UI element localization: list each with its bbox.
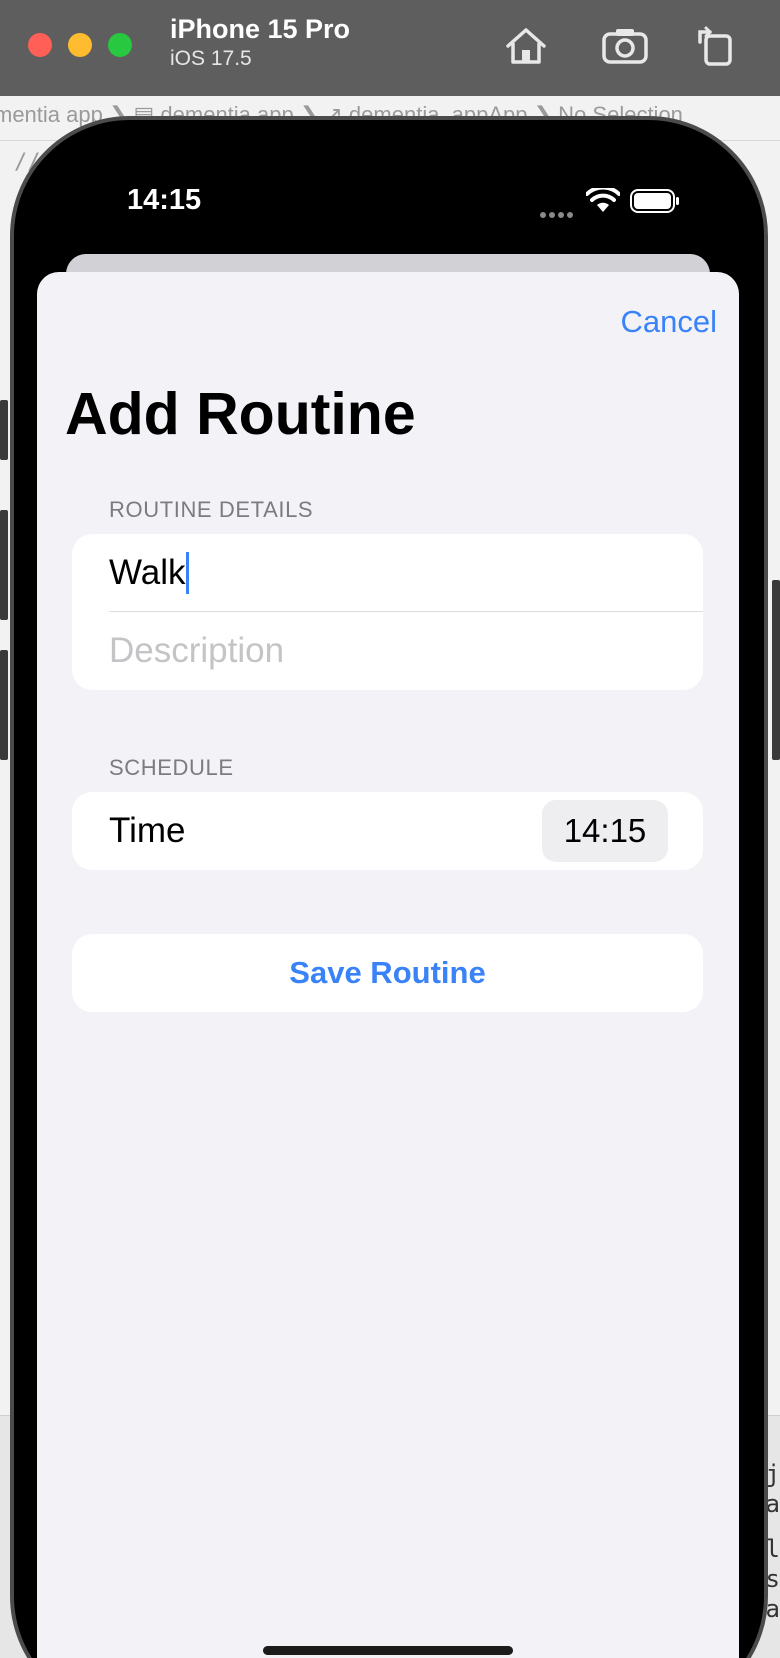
- schedule-header: SCHEDULE: [109, 755, 234, 780]
- signal-dots-icon: [540, 205, 576, 218]
- simulator-titlebar: iPhone 15 Pro iOS 17.5: [0, 0, 780, 96]
- schedule-group: Time 14:15: [72, 792, 703, 870]
- routine-name-field[interactable]: Walk: [109, 534, 669, 612]
- save-routine-button[interactable]: Save Routine: [72, 934, 703, 1012]
- page-title: Add Routine: [65, 381, 416, 447]
- time-label: Time: [109, 811, 186, 850]
- cancel-button[interactable]: Cancel: [605, 300, 718, 344]
- close-window-button[interactable]: [28, 33, 52, 57]
- minimize-window-button[interactable]: [68, 33, 92, 57]
- home-icon[interactable]: [502, 22, 550, 70]
- wifi-icon: [586, 188, 620, 214]
- xcode-gutter-mark: [0, 510, 8, 620]
- zoom-window-button[interactable]: [108, 33, 132, 57]
- device-name: iPhone 15 Pro: [170, 14, 351, 44]
- description-placeholder: Description: [109, 631, 285, 670]
- battery-icon: [630, 189, 680, 213]
- routine-details-group: Walk Description: [72, 534, 703, 690]
- home-indicator[interactable]: [263, 1646, 513, 1655]
- xcode-gutter-mark: [0, 650, 8, 760]
- rotate-icon[interactable]: [692, 22, 740, 70]
- description-field[interactable]: Description: [109, 612, 669, 690]
- device-os-version: iOS 17.5: [170, 47, 252, 70]
- text-caret: [186, 552, 190, 594]
- status-bar-time: 14:15: [127, 184, 202, 216]
- screenshot-icon[interactable]: [601, 22, 649, 70]
- xcode-gutter-mark: [0, 400, 8, 460]
- routine-details-header: ROUTINE DETAILS: [109, 497, 314, 522]
- time-picker-button[interactable]: 14:15: [542, 800, 668, 862]
- xcode-scroll-mark: [772, 580, 780, 760]
- routine-name-value: Walk: [109, 553, 186, 592]
